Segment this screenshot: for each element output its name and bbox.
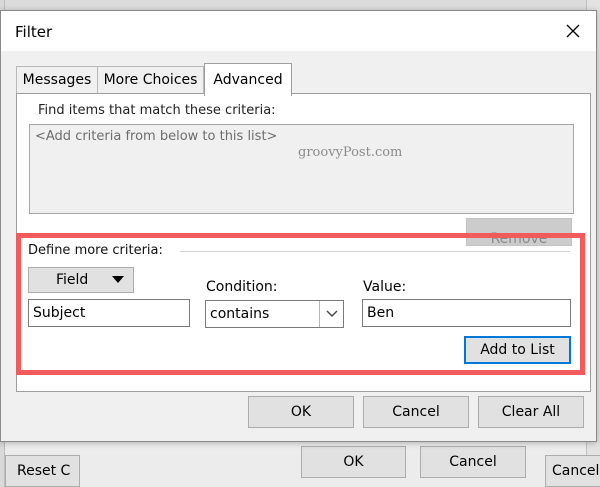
background-ok-button[interactable]: OK bbox=[301, 446, 406, 478]
tab-messages[interactable]: Messages bbox=[16, 66, 98, 93]
add-to-list-label: Add to List bbox=[480, 342, 555, 358]
criteria-placeholder: <Add criteria from below to this list> bbox=[35, 129, 278, 144]
tab-advanced-label: Advanced bbox=[213, 72, 283, 88]
define-criteria-divider bbox=[180, 251, 570, 252]
background-reset-button[interactable]: Reset C bbox=[5, 455, 80, 487]
condition-label: Condition: bbox=[206, 279, 278, 295]
field-button[interactable]: Field bbox=[28, 267, 134, 293]
tab-advanced[interactable]: Advanced bbox=[204, 63, 292, 96]
field-input[interactable] bbox=[28, 299, 190, 327]
tab-more-choices[interactable]: More Choices bbox=[98, 66, 204, 93]
filter-dialog: Filter Messages More Choices Advanced Fi… bbox=[0, 10, 597, 442]
dialog-title: Filter bbox=[15, 23, 53, 41]
criteria-list[interactable]: <Add criteria from below to this list> g… bbox=[29, 124, 574, 214]
remove-button-label: Remove bbox=[490, 231, 548, 246]
close-icon bbox=[566, 24, 580, 38]
background-top-strip bbox=[0, 0, 600, 10]
field-button-label: Field bbox=[56, 272, 89, 288]
cancel-button-label: Cancel bbox=[392, 404, 440, 420]
close-button[interactable] bbox=[556, 15, 590, 47]
add-to-list-button[interactable]: Add to List bbox=[464, 336, 571, 364]
watermark: groovyPost.com bbox=[298, 145, 403, 160]
clear-all-button-label: Clear All bbox=[501, 404, 561, 420]
define-criteria-label: Define more criteria: bbox=[28, 243, 163, 258]
condition-select-value: contains bbox=[210, 306, 270, 322]
ok-button-label: OK bbox=[290, 404, 312, 420]
cancel-button[interactable]: Cancel bbox=[363, 396, 469, 428]
tab-more-choices-label: More Choices bbox=[103, 72, 198, 88]
chevron-down-icon bbox=[326, 310, 337, 317]
ok-button[interactable]: OK bbox=[248, 396, 354, 428]
value-label: Value: bbox=[363, 279, 407, 295]
condition-dropdown-button[interactable] bbox=[319, 301, 343, 327]
background-cancel-button-2[interactable]: Cancel bbox=[545, 455, 600, 487]
dropdown-arrow-icon bbox=[112, 276, 124, 283]
tab-messages-label: Messages bbox=[22, 72, 92, 88]
background-cancel-button[interactable]: Cancel bbox=[420, 446, 526, 478]
find-items-label: Find items that match these criteria: bbox=[38, 103, 276, 118]
value-input[interactable] bbox=[362, 299, 571, 327]
clear-all-button[interactable]: Clear All bbox=[478, 396, 584, 428]
title-bar: Filter bbox=[1, 11, 596, 51]
condition-select[interactable]: contains bbox=[205, 300, 344, 328]
remove-button: Remove bbox=[466, 218, 572, 246]
